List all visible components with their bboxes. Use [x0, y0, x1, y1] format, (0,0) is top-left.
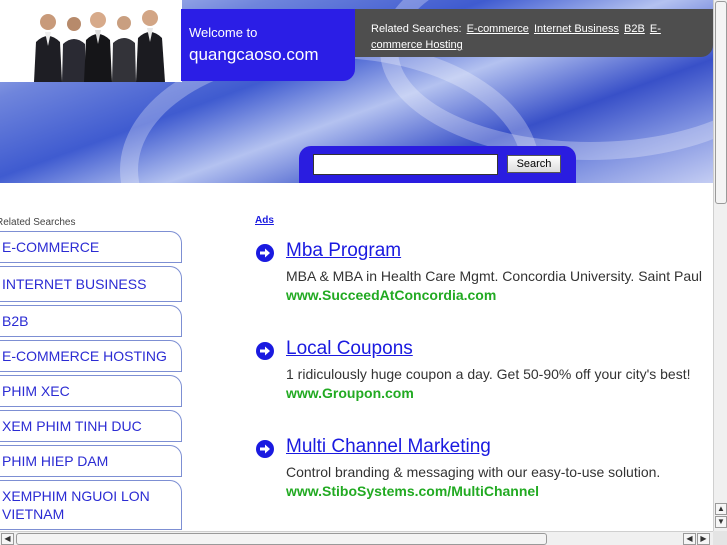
search-bar: Search — [299, 146, 576, 183]
sidebar-item-xemphim-nguoi-lon-vietnam[interactable]: XEMPHIM NGUOI LON VIETNAM — [0, 480, 182, 530]
horizontal-scrollbar[interactable]: ◀ ◀ ▶ — [0, 531, 713, 545]
ad-title-link[interactable]: Multi Channel Marketing — [286, 436, 491, 458]
search-input[interactable] — [313, 154, 498, 175]
welcome-text: Welcome to — [189, 25, 258, 40]
ad-url-link[interactable]: www.StiboSystems.com/MultiChannel — [286, 483, 539, 499]
vertical-scroll-thumb[interactable] — [715, 1, 727, 204]
related-link-e-commerce[interactable]: E-commerce — [467, 23, 529, 35]
sidebar-title: Related Searches — [0, 217, 76, 228]
ad-description: Control branding & messaging with our ea… — [286, 464, 661, 480]
sidebar-item-xem-phim-tinh-duc[interactable]: XEM PHIM TINH DUC — [0, 410, 182, 442]
site-name: quangcaoso.com — [189, 45, 319, 64]
search-button[interactable]: Search — [507, 155, 561, 173]
sidebar-item-phim-xec[interactable]: PHIM XEC — [0, 375, 182, 407]
related-searches-header: Related Searches: E-commerce Internet Bu… — [355, 9, 713, 57]
ads-label[interactable]: Ads — [255, 215, 274, 226]
scrollbar-corner — [713, 531, 727, 545]
related-link-internet-business[interactable]: Internet Business — [534, 23, 619, 35]
welcome-panel: Welcome to quangcaoso.com — [181, 9, 355, 81]
ad-item: Local Coupons 1 ridiculously huge coupon… — [255, 338, 713, 408]
ad-url-link[interactable]: www.Groupon.com — [286, 385, 414, 401]
ad-item: Multi Channel Marketing Control branding… — [255, 436, 713, 506]
ad-title-link[interactable]: Mba Program — [286, 240, 401, 262]
arrow-left-icon[interactable]: ◀ — [683, 533, 696, 545]
related-link-b2b[interactable]: B2B — [624, 23, 645, 35]
sidebar-item-e-commerce[interactable]: E-COMMERCE — [0, 231, 182, 263]
arrow-right-icon[interactable]: ▶ — [697, 533, 710, 545]
ad-description: 1 ridiculously huge coupon a day. Get 50… — [286, 366, 691, 382]
arrow-circle-icon — [256, 244, 274, 262]
sidebar-item-b2b[interactable]: B2B — [0, 305, 182, 337]
business-people-photo — [0, 0, 182, 82]
arrow-up-icon[interactable]: ▲ — [715, 503, 727, 515]
arrow-left-icon[interactable]: ◀ — [1, 533, 14, 545]
arrow-circle-icon — [256, 342, 274, 360]
header-banner: Welcome to quangcaoso.com Related Search… — [0, 0, 713, 183]
related-searches-sidebar: E-COMMERCE INTERNET BUSINESS B2B E-COMME… — [0, 231, 182, 533]
related-searches-label: Related Searches: — [371, 23, 462, 35]
ad-title-link[interactable]: Local Coupons — [286, 338, 413, 360]
sidebar-item-e-commerce-hosting[interactable]: E-COMMERCE HOSTING — [0, 340, 182, 372]
arrow-down-icon[interactable]: ▼ — [715, 516, 727, 528]
vertical-scrollbar[interactable]: ▲ ▼ — [713, 0, 727, 531]
ad-url-link[interactable]: www.SucceedAtConcordia.com — [286, 287, 496, 303]
ad-item: Mba Program MBA & MBA in Health Care Mgm… — [255, 240, 713, 310]
sidebar-item-phim-hiep-dam[interactable]: PHIM HIEP DAM — [0, 445, 182, 477]
arrow-circle-icon — [256, 440, 274, 458]
ad-description: MBA & MBA in Health Care Mgmt. Concordia… — [286, 268, 703, 284]
horizontal-scroll-thumb[interactable] — [16, 533, 547, 545]
sidebar-item-internet-business[interactable]: INTERNET BUSINESS — [0, 266, 182, 302]
